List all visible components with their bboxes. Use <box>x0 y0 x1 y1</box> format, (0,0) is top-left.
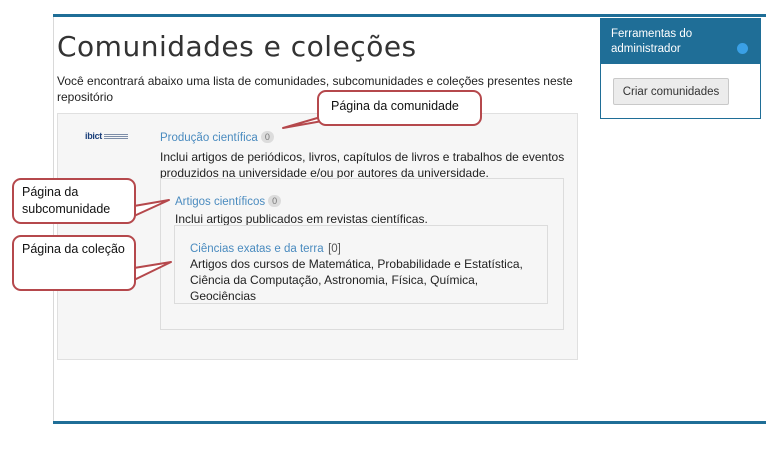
community-description: Inclui artigos de periódicos, livros, ca… <box>160 150 565 180</box>
community-link[interactable]: Produção científica <box>160 132 258 144</box>
collection-title-row: Ciências exatas e da terra [0] <box>190 239 341 257</box>
page-title: Comunidades e coleções <box>57 30 417 63</box>
subcommunity-count-badge: 0 <box>268 195 282 207</box>
callout-collection-page: Página da coleção <box>12 235 136 291</box>
collection-description: Artigos dos cursos de Matemática, Probab… <box>190 257 523 303</box>
community-logo[interactable]: ibict <box>85 130 143 142</box>
create-community-button[interactable]: Criar comunidades <box>613 78 729 105</box>
admin-tools-header: Ferramentas do administrador <box>601 19 760 64</box>
logo-tagline-lines <box>104 133 129 139</box>
admin-tools-heading: Ferramentas do administrador <box>611 28 693 55</box>
collection-link[interactable]: Ciências exatas e da terra <box>190 243 324 255</box>
subcommunity-title-row: Artigos científicos 0 <box>175 192 282 210</box>
community-title-row: Produção científica 0 <box>160 128 274 146</box>
callout-community-page: Página da comunidade <box>317 90 482 126</box>
callout-subcommunity-page: Página da subcomunidade <box>12 178 136 224</box>
frame-bottom-border <box>53 421 766 424</box>
frame-top-border <box>53 14 766 17</box>
ibict-logo-icon: ibict <box>85 131 103 141</box>
collection-count: [0] <box>328 243 341 255</box>
subcommunity-link[interactable]: Artigos científicos <box>175 196 265 208</box>
info-dot-icon[interactable] <box>737 43 748 54</box>
community-count-badge: 0 <box>260 131 274 143</box>
admin-tools-panel: Ferramentas do administrador Criar comun… <box>600 18 761 119</box>
